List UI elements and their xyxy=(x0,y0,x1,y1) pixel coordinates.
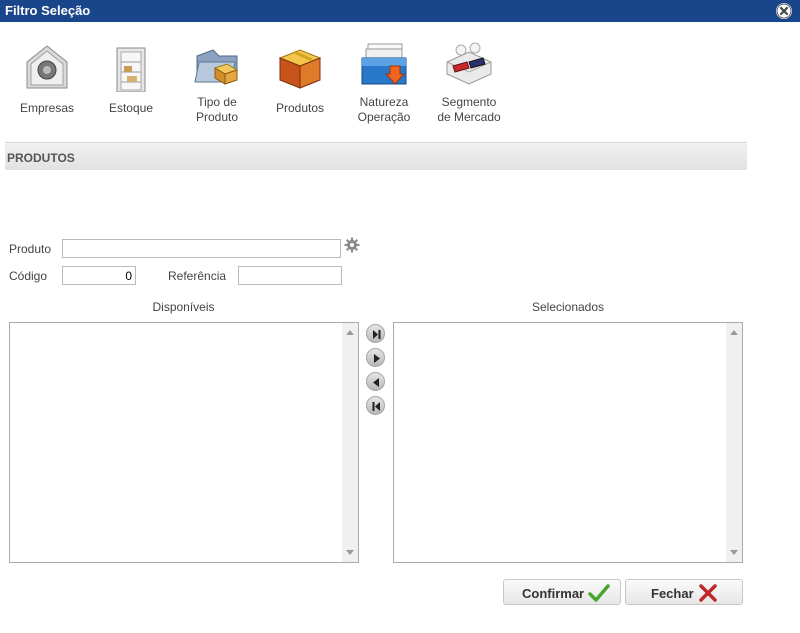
confirm-button[interactable]: Confirmar xyxy=(503,579,621,605)
move-all-left-button[interactable] xyxy=(366,396,385,415)
play-left-icon xyxy=(373,378,379,387)
skip-forward-icon xyxy=(373,330,381,339)
toolbar-label: Estoque xyxy=(108,101,154,115)
scroll-down-icon[interactable] xyxy=(730,550,738,555)
toolbar-label: Tipo de Produto xyxy=(195,95,239,124)
toolbar-natureza-operacao[interactable]: Natureza Operação xyxy=(352,40,416,124)
toolbar-label: Empresas xyxy=(19,101,75,115)
toolbar-segmento-mercado[interactable]: Segmento de Mercado xyxy=(434,40,504,124)
gear-icon[interactable] xyxy=(344,237,360,256)
product-type-icon xyxy=(189,40,245,92)
scrollbar[interactable] xyxy=(342,323,358,562)
produto-label: Produto xyxy=(9,242,52,256)
codigo-input[interactable] xyxy=(62,266,136,285)
window-title: Filtro Seleção xyxy=(5,3,91,18)
selected-list[interactable] xyxy=(393,322,743,563)
close-button[interactable]: Fechar xyxy=(625,579,743,605)
referencia-input[interactable] xyxy=(238,266,342,285)
available-list[interactable] xyxy=(9,322,359,563)
referencia-label: Referência xyxy=(168,269,227,283)
move-all-right-button[interactable] xyxy=(366,324,385,343)
confirm-label: Confirmar xyxy=(522,586,585,601)
section-header: PRODUTOS xyxy=(5,142,747,170)
market-segment-icon xyxy=(441,40,497,92)
selected-list-title: Selecionados xyxy=(531,300,605,314)
checkmark-icon xyxy=(588,584,610,602)
move-left-button[interactable] xyxy=(366,372,385,391)
close-icon[interactable] xyxy=(776,3,792,19)
skip-back-icon xyxy=(372,402,380,411)
scrollbar[interactable] xyxy=(726,323,742,562)
available-list-title: Disponíveis xyxy=(152,300,215,314)
scroll-up-icon[interactable] xyxy=(730,330,738,335)
produto-input[interactable] xyxy=(62,239,341,258)
play-right-icon xyxy=(374,354,380,363)
x-icon xyxy=(699,584,717,602)
toolbar-label: Natureza Operação xyxy=(357,95,411,124)
box-icon xyxy=(272,40,328,92)
title-bar: Filtro Seleção xyxy=(0,0,800,22)
operation-nature-icon xyxy=(356,40,412,92)
move-right-button[interactable] xyxy=(366,348,385,367)
toolbar-estoque[interactable]: Estoque xyxy=(101,40,161,115)
toolbar-empresas[interactable]: Empresas xyxy=(17,40,77,115)
toolbar-label: Segmento de Mercado xyxy=(437,95,501,124)
scroll-up-icon[interactable] xyxy=(346,330,354,335)
shelf-icon xyxy=(103,40,159,93)
toolbar-label: Produtos xyxy=(275,101,325,115)
codigo-label: Código xyxy=(9,269,48,283)
section-title: PRODUTOS xyxy=(7,151,75,165)
toolbar-produtos[interactable]: Produtos xyxy=(270,40,330,115)
safe-icon xyxy=(19,40,75,92)
scroll-down-icon[interactable] xyxy=(346,550,354,555)
toolbar-tipo-produto[interactable]: Tipo de Produto xyxy=(186,40,248,124)
close-label: Fechar xyxy=(651,586,694,601)
